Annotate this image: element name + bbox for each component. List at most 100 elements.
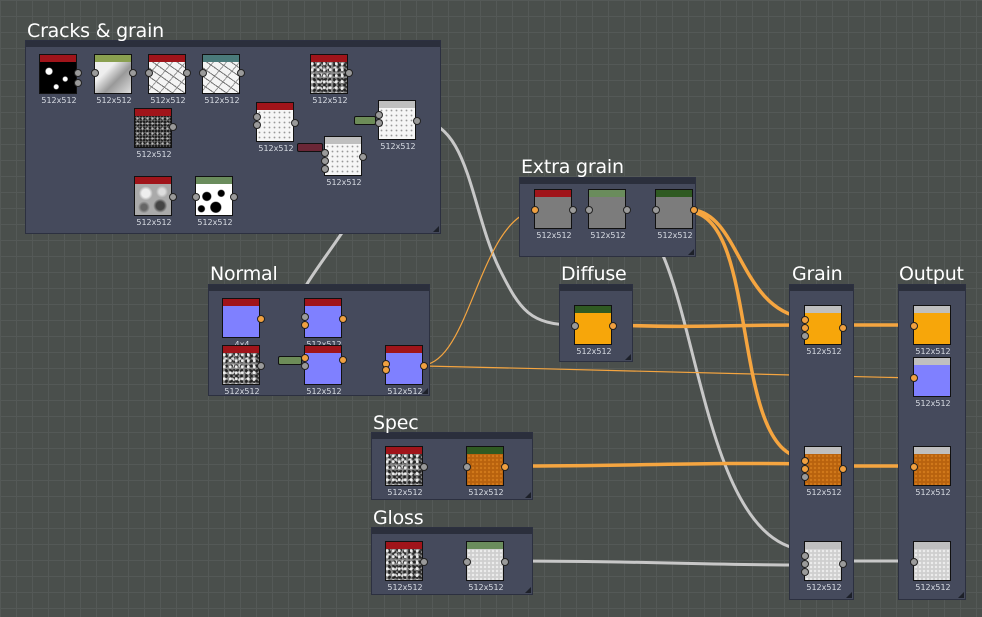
node-normal-a[interactable]: 512x512 bbox=[301, 298, 347, 349]
input-port[interactable] bbox=[585, 206, 593, 214]
node-blobs[interactable]: 512x512 bbox=[192, 176, 238, 227]
node-gloss-noise[interactable]: 512x512 bbox=[385, 541, 428, 592]
output-specular[interactable]: 512x512 bbox=[910, 446, 951, 497]
node-spec-color[interactable]: 512x512 bbox=[463, 446, 509, 497]
input-port[interactable] bbox=[321, 165, 329, 173]
output-port[interactable] bbox=[345, 69, 353, 77]
input-port[interactable] bbox=[382, 366, 390, 374]
input-port[interactable] bbox=[801, 568, 809, 576]
output-port[interactable] bbox=[257, 362, 265, 370]
input-port[interactable] bbox=[910, 463, 918, 471]
output-port[interactable] bbox=[420, 362, 428, 370]
node-normal-noise[interactable]: 512x512 bbox=[222, 345, 265, 396]
node-grain-diffuse[interactable]: 512x512 bbox=[801, 305, 847, 356]
node-cracks-1[interactable]: 512x512 bbox=[145, 54, 191, 105]
node-collapsed-red[interactable] bbox=[297, 143, 323, 152]
output-normal[interactable]: 512x512 bbox=[910, 357, 951, 408]
input-port[interactable] bbox=[801, 457, 809, 465]
node-dark-noise[interactable]: 512x512 bbox=[134, 108, 177, 159]
node-thumbnail bbox=[95, 62, 131, 93]
input-port[interactable] bbox=[531, 206, 539, 214]
input-port[interactable] bbox=[801, 332, 809, 340]
output-port[interactable] bbox=[839, 560, 847, 568]
input-port[interactable] bbox=[253, 113, 261, 121]
input-port[interactable] bbox=[463, 463, 471, 471]
input-port[interactable] bbox=[192, 193, 200, 201]
input-port[interactable] bbox=[801, 465, 809, 473]
input-port[interactable] bbox=[375, 111, 383, 119]
node-normal-blend[interactable]: 512x512 bbox=[382, 345, 428, 396]
node-extra-2[interactable]: 512x512 bbox=[585, 189, 631, 240]
input-port[interactable] bbox=[375, 119, 383, 127]
output-port[interactable] bbox=[237, 69, 245, 77]
node-grain-spec[interactable]: 512x512 bbox=[801, 446, 847, 497]
node-combine[interactable]: 512x512 bbox=[321, 136, 367, 187]
input-port[interactable] bbox=[301, 362, 309, 370]
output-port[interactable] bbox=[183, 69, 191, 77]
input-port[interactable] bbox=[253, 121, 261, 129]
output-port[interactable] bbox=[839, 465, 847, 473]
output-port[interactable] bbox=[690, 206, 698, 214]
node-cracks-result[interactable]: 512x512 bbox=[375, 100, 421, 151]
input-port[interactable] bbox=[652, 206, 660, 214]
input-port[interactable] bbox=[910, 322, 918, 330]
output-port[interactable] bbox=[623, 206, 631, 214]
output-diffuse[interactable]: 512x512 bbox=[910, 305, 951, 356]
node-collapsed-green[interactable] bbox=[354, 116, 376, 125]
output-port[interactable] bbox=[420, 558, 428, 566]
node-extra-3[interactable]: 512x512 bbox=[652, 189, 698, 240]
input-port[interactable] bbox=[321, 157, 329, 165]
input-port[interactable] bbox=[321, 149, 329, 157]
output-port[interactable] bbox=[359, 153, 367, 161]
node-spec-noise[interactable]: 512x512 bbox=[385, 446, 428, 497]
input-port[interactable] bbox=[801, 560, 809, 568]
output-port[interactable] bbox=[339, 315, 347, 323]
input-port[interactable] bbox=[91, 69, 99, 77]
input-port[interactable] bbox=[301, 354, 309, 362]
output-port[interactable] bbox=[609, 322, 617, 330]
output-port[interactable] bbox=[420, 463, 428, 471]
node-clouds[interactable]: 512x512 bbox=[134, 176, 177, 227]
node-diffuse-color[interactable]: 512x512 bbox=[571, 305, 617, 356]
output-port[interactable] bbox=[501, 463, 509, 471]
output-port[interactable] bbox=[839, 324, 847, 332]
output-port[interactable] bbox=[501, 558, 509, 566]
node-gloss-levels[interactable]: 512x512 bbox=[463, 541, 509, 592]
output-glossiness[interactable]: 512x512 bbox=[910, 541, 951, 592]
input-port[interactable] bbox=[199, 69, 207, 77]
input-port[interactable] bbox=[301, 313, 309, 321]
node-normal-uniform[interactable]: 4x4 bbox=[222, 298, 265, 349]
output-port[interactable] bbox=[257, 315, 265, 323]
input-port[interactable] bbox=[463, 558, 471, 566]
input-port[interactable] bbox=[301, 321, 309, 329]
node-thumbnail bbox=[305, 306, 341, 337]
input-port[interactable] bbox=[801, 552, 809, 560]
node-collapsed-green[interactable] bbox=[278, 356, 302, 365]
output-port[interactable] bbox=[74, 69, 82, 77]
output-port[interactable] bbox=[129, 69, 137, 77]
node-patches[interactable]: 512x512 bbox=[91, 54, 137, 105]
node-thumbnail bbox=[805, 454, 841, 485]
node-grunge[interactable]: 512x512 bbox=[310, 54, 353, 105]
output-port[interactable] bbox=[169, 193, 177, 201]
output-port[interactable] bbox=[169, 123, 177, 131]
input-port[interactable] bbox=[145, 69, 153, 77]
input-port[interactable] bbox=[910, 558, 918, 566]
input-port[interactable] bbox=[801, 316, 809, 324]
node-normal-b[interactable]: 512x512 bbox=[301, 345, 347, 396]
node-spots[interactable]: 512x512 bbox=[39, 54, 82, 105]
input-port[interactable] bbox=[801, 473, 809, 481]
output-port[interactable] bbox=[339, 356, 347, 364]
node-grain-gloss[interactable]: 512x512 bbox=[801, 541, 847, 592]
output-port[interactable] bbox=[569, 206, 577, 214]
input-port[interactable] bbox=[801, 324, 809, 332]
output-port[interactable] bbox=[413, 117, 421, 125]
output-port[interactable] bbox=[74, 79, 82, 87]
output-port[interactable] bbox=[291, 119, 299, 127]
node-extra-1[interactable]: 512x512 bbox=[531, 189, 577, 240]
node-crack-blend[interactable]: 512x512 bbox=[253, 102, 299, 153]
input-port[interactable] bbox=[571, 322, 579, 330]
input-port[interactable] bbox=[910, 374, 918, 382]
output-port[interactable] bbox=[230, 193, 238, 201]
node-cracks-2[interactable]: 512x512 bbox=[199, 54, 245, 105]
